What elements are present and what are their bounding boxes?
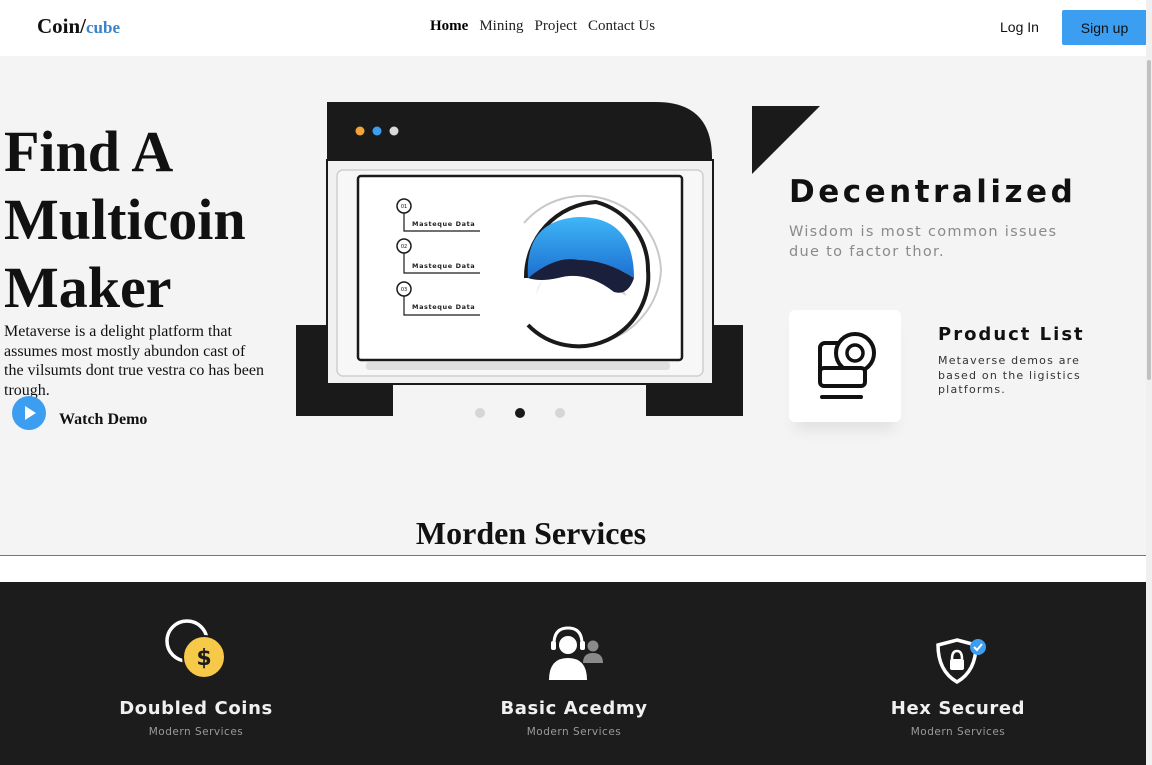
carousel-dot-active[interactable] [515, 408, 525, 418]
coin-stack-icon [818, 332, 876, 399]
svg-text:Masteque Data: Masteque Data [412, 220, 475, 228]
svg-text:03: 03 [401, 287, 407, 293]
svg-text:Masteque Data: Masteque Data [412, 303, 475, 311]
carousel-dot[interactable] [475, 408, 485, 418]
nav-link-home[interactable]: Home [430, 18, 468, 35]
product-list-subtitle: Metaverse demos are based on the ligisti… [938, 354, 1081, 396]
svg-text:$: $ [196, 646, 211, 671]
service-subtitle: Modern Services [148, 726, 244, 738]
product-list-title: Product List [938, 324, 1085, 345]
scrollbar-thumb[interactable] [1147, 60, 1151, 380]
dashboard-illustration: 01 Masteque Data 02 Masteque Data 03 Mas… [296, 102, 743, 416]
hero-heading-line: Multicoin [4, 187, 246, 252]
service-subtitle: Modern Services [910, 726, 1006, 738]
section-title: Morden Services [415, 515, 647, 551]
window-dot [355, 126, 365, 136]
brand-logo[interactable]: Coin/cube [37, 14, 120, 39]
logo-text: Coin/ [37, 14, 87, 38]
main-menu: Home Mining Project Contact Us [430, 18, 655, 35]
nav-link-project[interactable]: Project [535, 18, 578, 35]
hero-description: Metaverse is a delight platform that ass… [4, 323, 264, 399]
carousel-dot[interactable] [555, 408, 565, 418]
service-title: Hex Secured [890, 698, 1026, 719]
service-subtitle: Modern Services [526, 726, 622, 738]
dollar-coin-icon: $ [165, 619, 226, 679]
hero-heading-line: Find A [4, 119, 174, 184]
decentralized-title: Decentralized [789, 174, 1077, 210]
signup-button[interactable]: Sign up [1062, 10, 1147, 45]
service-title: Doubled Coins [119, 698, 273, 719]
triangle-decoration [752, 106, 820, 174]
decentralized-subtitle: Wisdom is most common issues due to fact… [789, 224, 1058, 260]
window-dot [372, 126, 382, 136]
svg-text:02: 02 [401, 244, 407, 250]
shield-lock-icon [936, 638, 986, 685]
play-icon[interactable] [12, 396, 46, 430]
logo-accent-text: cube [86, 18, 121, 37]
carousel-dots [475, 408, 565, 418]
svg-text:01: 01 [401, 204, 407, 210]
product-list-card[interactable] [789, 310, 901, 422]
hero-heading-line: Maker [4, 255, 172, 320]
svg-text:Masteque Data: Masteque Data [412, 262, 475, 270]
login-link[interactable]: Log In [1000, 19, 1039, 35]
services-band: $ Doubled Coins Modern Services Basic Ac… [0, 582, 1146, 765]
nav-link-mining[interactable]: Mining [479, 18, 523, 35]
nav-link-contact[interactable]: Contact Us [588, 18, 655, 35]
window-dot [389, 126, 399, 136]
hero-heading: Find A Multicoin Maker [4, 118, 294, 322]
watch-demo-link[interactable]: Watch Demo [59, 411, 147, 429]
support-agent-icon [549, 626, 603, 680]
service-title: Basic Acedmy [500, 698, 648, 719]
